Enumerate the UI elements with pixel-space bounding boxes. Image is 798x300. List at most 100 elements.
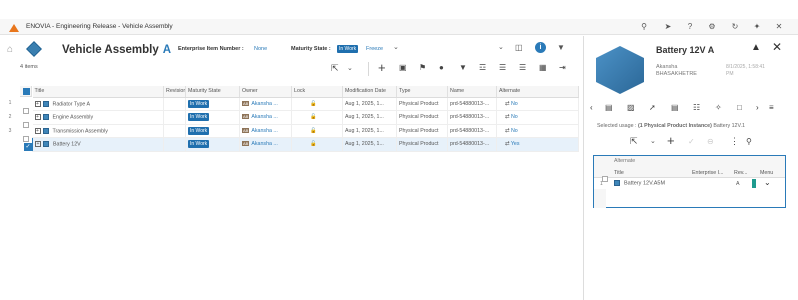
title-cell[interactable]: + Engine Assembly — [32, 110, 164, 125]
add-icon[interactable]: + — [378, 60, 386, 75]
collapse-chevron-icon[interactable]: ⌄ — [498, 43, 504, 51]
column-header-name[interactable]: Name — [447, 86, 497, 98]
title-cell[interactable]: + Radiator Type A — [32, 97, 164, 111]
owner-link[interactable]: Akansha ... — [251, 141, 278, 147]
title-cell[interactable]: + Transmission Assembly — [32, 124, 164, 138]
unlock-icon[interactable]: 🔓 — [310, 141, 317, 147]
alt-column-revision[interactable]: Rev... — [734, 170, 747, 176]
chevron-down-icon[interactable]: ⌄ — [393, 43, 399, 51]
alternate-value[interactable]: No — [511, 128, 518, 134]
maturity-badge[interactable]: In Work — [188, 113, 210, 122]
document-icon[interactable]: ▤ — [671, 103, 679, 112]
filter-icon[interactable]: ▼ — [459, 63, 467, 72]
maturity-badge[interactable]: In Work — [188, 126, 210, 135]
title-cell[interactable]: + Battery 12V — [32, 137, 164, 152]
lock-cell[interactable]: 🔓 — [291, 137, 343, 152]
close-icon[interactable]: ✕ — [773, 22, 785, 31]
expand-icon[interactable]: + — [34, 127, 41, 134]
column-header-owner[interactable]: Owner — [239, 86, 292, 98]
alt-column-title[interactable]: Title — [614, 170, 624, 176]
file-icon[interactable]: □ — [737, 103, 742, 112]
book-icon[interactable]: ▨ — [627, 103, 635, 112]
unlock-icon[interactable]: 🔓 — [310, 114, 317, 120]
alt-row-title-text: Battery 12V.A5M — [624, 180, 666, 187]
alternate-cell[interactable]: ⇄ No — [496, 110, 579, 125]
chart-icon[interactable]: ☷ — [693, 103, 700, 112]
expand-icon[interactable]: + — [35, 141, 41, 148]
row-menu-chevron-icon[interactable]: ⌄ — [764, 178, 771, 187]
alt-row-number: 1 — [600, 181, 603, 187]
select-dropdown-icon[interactable]: ⌄ — [650, 137, 656, 145]
column-header-type[interactable]: Type — [396, 86, 448, 98]
owner-link[interactable]: Akansha ... — [251, 101, 278, 107]
unlock-icon[interactable]: 🔓 — [310, 128, 317, 134]
alternate-cell[interactable]: ⇄ No — [496, 124, 579, 138]
arrow-icon[interactable]: ➚ — [649, 103, 656, 112]
expand-icon[interactable]: + — [34, 100, 41, 107]
maturity-badge[interactable]: In Work — [188, 140, 210, 149]
select-tool-icon[interactable]: ⇱ — [331, 63, 339, 74]
column-header-revision[interactable]: Revision — [163, 86, 186, 98]
home-icon[interactable]: ⌂ — [7, 44, 13, 55]
lock-cell[interactable]: 🔓 — [291, 124, 343, 138]
alternate-value[interactable]: No — [511, 114, 518, 120]
owner-link[interactable]: Akansha ... — [251, 114, 278, 120]
select-dropdown-icon[interactable]: ⌄ — [347, 64, 353, 72]
panel-close-icon[interactable]: ✕ — [772, 40, 782, 54]
info-icon[interactable]: i — [535, 42, 546, 53]
alternate-value[interactable]: Yes — [511, 141, 520, 147]
triangle-up-icon[interactable]: ▲ — [751, 42, 761, 53]
column-header-maturity[interactable]: Maturity State — [185, 86, 240, 98]
add-alternate-icon[interactable]: + — [667, 133, 675, 148]
properties-icon[interactable]: ▤ — [605, 103, 613, 112]
menu-icon[interactable]: ≡ — [769, 103, 774, 112]
find-icon[interactable]: ⚲ — [746, 137, 752, 146]
refresh-icon[interactable]: ↻ — [729, 22, 741, 31]
alt-column-enterprise[interactable]: Enterprise I... — [692, 170, 724, 176]
chevron-right-icon[interactable]: › — [756, 103, 759, 112]
insert-existing-icon[interactable]: ▣ — [399, 63, 407, 72]
alternate-cell[interactable]: ⇄ No — [496, 97, 579, 111]
unlock-icon[interactable]: 🔓 — [310, 101, 317, 107]
more-options-icon[interactable]: ⋮ — [730, 136, 739, 147]
column-header-alternate[interactable]: Alternate — [496, 86, 579, 98]
lock-cell[interactable]: 🔓 — [291, 110, 343, 125]
alt-row-title[interactable]: Battery 12V.A5M — [614, 180, 665, 186]
maturity-badge[interactable]: In Work — [337, 45, 359, 53]
lock-cell[interactable]: 🔓 — [291, 97, 343, 111]
database-icon[interactable]: ◫ — [515, 43, 523, 52]
select-all-checkbox[interactable] — [23, 88, 30, 95]
gear-icon[interactable]: ⚙ — [706, 22, 718, 31]
enterprise-value[interactable]: None — [254, 46, 267, 52]
chevron-left-icon[interactable]: ‹ — [590, 103, 593, 112]
search-icon[interactable]: ⚲ — [638, 22, 650, 31]
network-icon[interactable]: ✧ — [715, 103, 722, 112]
alternate-value[interactable]: No — [511, 101, 518, 107]
tree-expand-icon[interactable]: ☰ — [499, 63, 506, 72]
help-icon[interactable]: ? — [684, 22, 696, 31]
column-header-modification-date[interactable]: Modification Date — [342, 86, 397, 98]
row-checkbox[interactable] — [23, 129, 29, 147]
table-row-selected[interactable]: + Battery 12V In Work AB Akansha ... 🔓 Aug… — [32, 137, 579, 152]
alt-column-menu[interactable]: Menu — [760, 170, 773, 176]
expand-icon[interactable]: + — [34, 114, 41, 121]
alternate-cell[interactable]: ⇄ Yes — [496, 137, 579, 152]
list-view-icon[interactable]: ☰ — [519, 63, 526, 72]
column-header-title[interactable]: Title — [32, 86, 164, 98]
triangle-down-icon[interactable]: ▼ — [557, 43, 565, 52]
freeze-link[interactable]: Freeze — [366, 46, 383, 52]
table-row[interactable]: + Transmission Assembly In Work AB Akansha… — [32, 124, 579, 138]
structure-icon[interactable]: ☲ — [479, 63, 486, 72]
pin-icon[interactable]: ✦ — [751, 22, 763, 31]
select-tool-icon[interactable]: ⇱ — [630, 136, 638, 147]
column-header-lock[interactable]: Lock — [291, 86, 343, 98]
export-icon[interactable]: ⇥ — [559, 63, 566, 72]
table-view-icon[interactable]: ▦ — [539, 63, 547, 72]
binoculars-icon[interactable]: ● — [439, 63, 444, 72]
maturity-badge[interactable]: In Work — [188, 99, 210, 108]
flag-icon[interactable]: ⚑ — [419, 63, 426, 72]
table-row[interactable]: + Radiator Type A In Work AB Akansha ... 🔓… — [32, 97, 579, 111]
share-icon[interactable]: ➤ — [662, 22, 674, 31]
table-row[interactable]: + Engine Assembly In Work AB Akansha ... 🔓… — [32, 110, 579, 125]
owner-link[interactable]: Akansha ... — [251, 128, 278, 134]
